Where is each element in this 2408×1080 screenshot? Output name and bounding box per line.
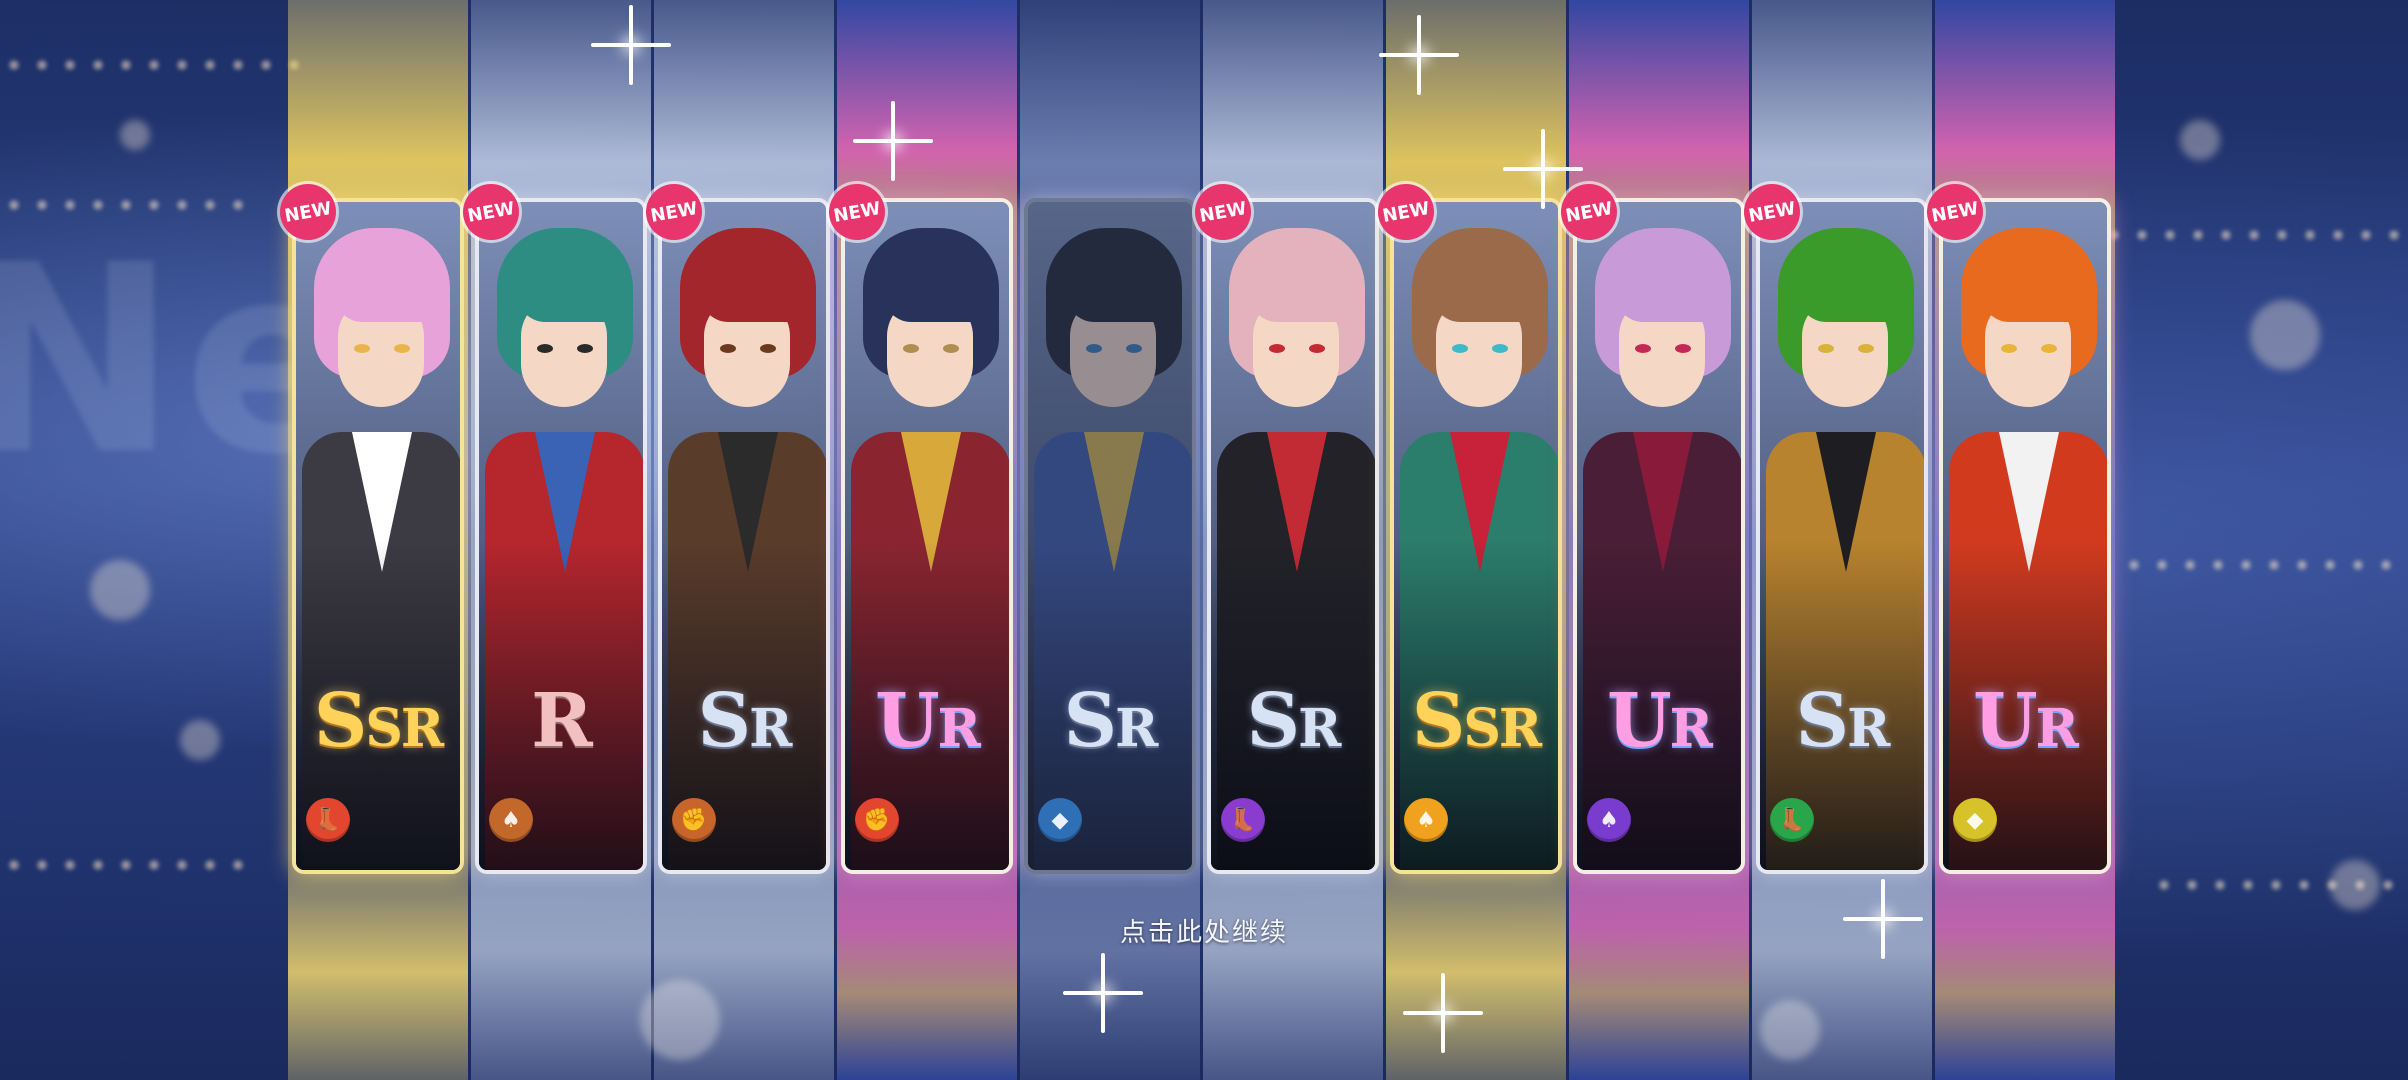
character-portrait: [1394, 202, 1558, 870]
cards-icon: ♠: [489, 798, 533, 842]
character-eye: [1675, 344, 1691, 353]
character-card[interactable]: SSR 👢: [292, 198, 464, 874]
character-portrait: [1211, 202, 1375, 870]
character-bangs: [1981, 272, 2077, 322]
character-portrait: [479, 202, 643, 870]
rarity-label: UR: [1607, 678, 1713, 764]
rarity-label: SR: [1246, 678, 1342, 764]
character-eye: [2001, 344, 2017, 353]
character-card[interactable]: SSR ♠: [1390, 198, 1562, 874]
character-portrait: [662, 202, 826, 870]
sparkle-effect: [1440, 1010, 1446, 1016]
cards-icon: ♠: [1587, 798, 1631, 842]
character-eye: [1858, 344, 1874, 353]
character-card[interactable]: SR 👢: [1756, 198, 1928, 874]
marquee-bulbs: [0, 860, 260, 870]
card-dim-veil: [1028, 202, 1192, 870]
rarity-label: UR: [1973, 678, 2079, 764]
marquee-bulbs: [0, 200, 260, 210]
character-eye: [354, 344, 370, 353]
character-bangs: [1432, 272, 1528, 322]
gacha-result-screen[interactable]: Ne SSR 👢 NEW R ♠ NEW SR ✊ NEW UR ✊ NEW SR ◆ SR 👢 NEW SSR ♠…: [0, 0, 2408, 1080]
sparkle-effect: [628, 42, 634, 48]
sparkle-effect: [890, 138, 896, 144]
character-portrait: [1943, 202, 2107, 870]
sparkle-effect: [1416, 52, 1422, 58]
boot-icon: 👢: [1221, 798, 1265, 842]
character-eye: [577, 344, 593, 353]
character-eye: [2041, 344, 2057, 353]
rarity-label: SSR: [313, 678, 444, 764]
marquee-bulbs: [2120, 560, 2408, 570]
character-eye: [1492, 344, 1508, 353]
character-card[interactable]: SR 👢: [1207, 198, 1379, 874]
boot-icon: 👢: [1770, 798, 1814, 842]
rarity-label: SSR: [1411, 678, 1542, 764]
marquee-bulbs: [2100, 230, 2400, 240]
character-eye: [1818, 344, 1834, 353]
character-eye: [943, 344, 959, 353]
character-eye: [394, 344, 410, 353]
bokeh-light: [90, 560, 150, 620]
tap-to-continue-hint[interactable]: 点击此处继续: [0, 912, 2408, 949]
rarity-label: R: [531, 678, 592, 764]
character-card[interactable]: UR ✊: [841, 198, 1013, 874]
marquee-bulbs: [0, 60, 300, 70]
character-card[interactable]: SR ◆: [1024, 198, 1196, 874]
rarity-label: SR: [1795, 678, 1891, 764]
fist-icon: ✊: [672, 798, 716, 842]
character-portrait: [845, 202, 1009, 870]
character-bangs: [700, 272, 796, 322]
character-eye: [537, 344, 553, 353]
character-portrait: [1577, 202, 1741, 870]
character-eye: [1635, 344, 1651, 353]
sparkle-effect: [1100, 990, 1106, 996]
bokeh-light: [120, 120, 150, 150]
rarity-label: SR: [1063, 678, 1159, 764]
character-eye: [720, 344, 736, 353]
bokeh-light: [2250, 300, 2320, 370]
character-bangs: [517, 272, 613, 322]
character-bangs: [1615, 272, 1711, 322]
boot-icon: 👢: [306, 798, 350, 842]
character-bangs: [334, 272, 430, 322]
character-bangs: [1798, 272, 1894, 322]
character-card[interactable]: UR ♠: [1573, 198, 1745, 874]
character-portrait: [296, 202, 460, 870]
character-eye: [1452, 344, 1468, 353]
cards-icon: ♠: [1404, 798, 1448, 842]
character-card[interactable]: R ♠: [475, 198, 647, 874]
bokeh-light: [2180, 120, 2220, 160]
character-eye: [1309, 344, 1325, 353]
fist-icon: ✊: [855, 798, 899, 842]
sparkle-effect: [1540, 166, 1546, 172]
rarity-label: UR: [875, 678, 981, 764]
shield-icon: ◆: [1953, 798, 1997, 842]
character-bangs: [1249, 272, 1345, 322]
character-card[interactable]: SR ✊: [658, 198, 830, 874]
character-eye: [760, 344, 776, 353]
rarity-label: SR: [697, 678, 793, 764]
character-portrait: [1760, 202, 1924, 870]
character-eye: [1269, 344, 1285, 353]
marquee-bulbs: [2150, 880, 2408, 890]
bokeh-light: [180, 720, 220, 760]
character-bangs: [883, 272, 979, 322]
character-card[interactable]: UR ◆: [1939, 198, 2111, 874]
shield-icon: ◆: [1038, 798, 1082, 842]
character-eye: [903, 344, 919, 353]
